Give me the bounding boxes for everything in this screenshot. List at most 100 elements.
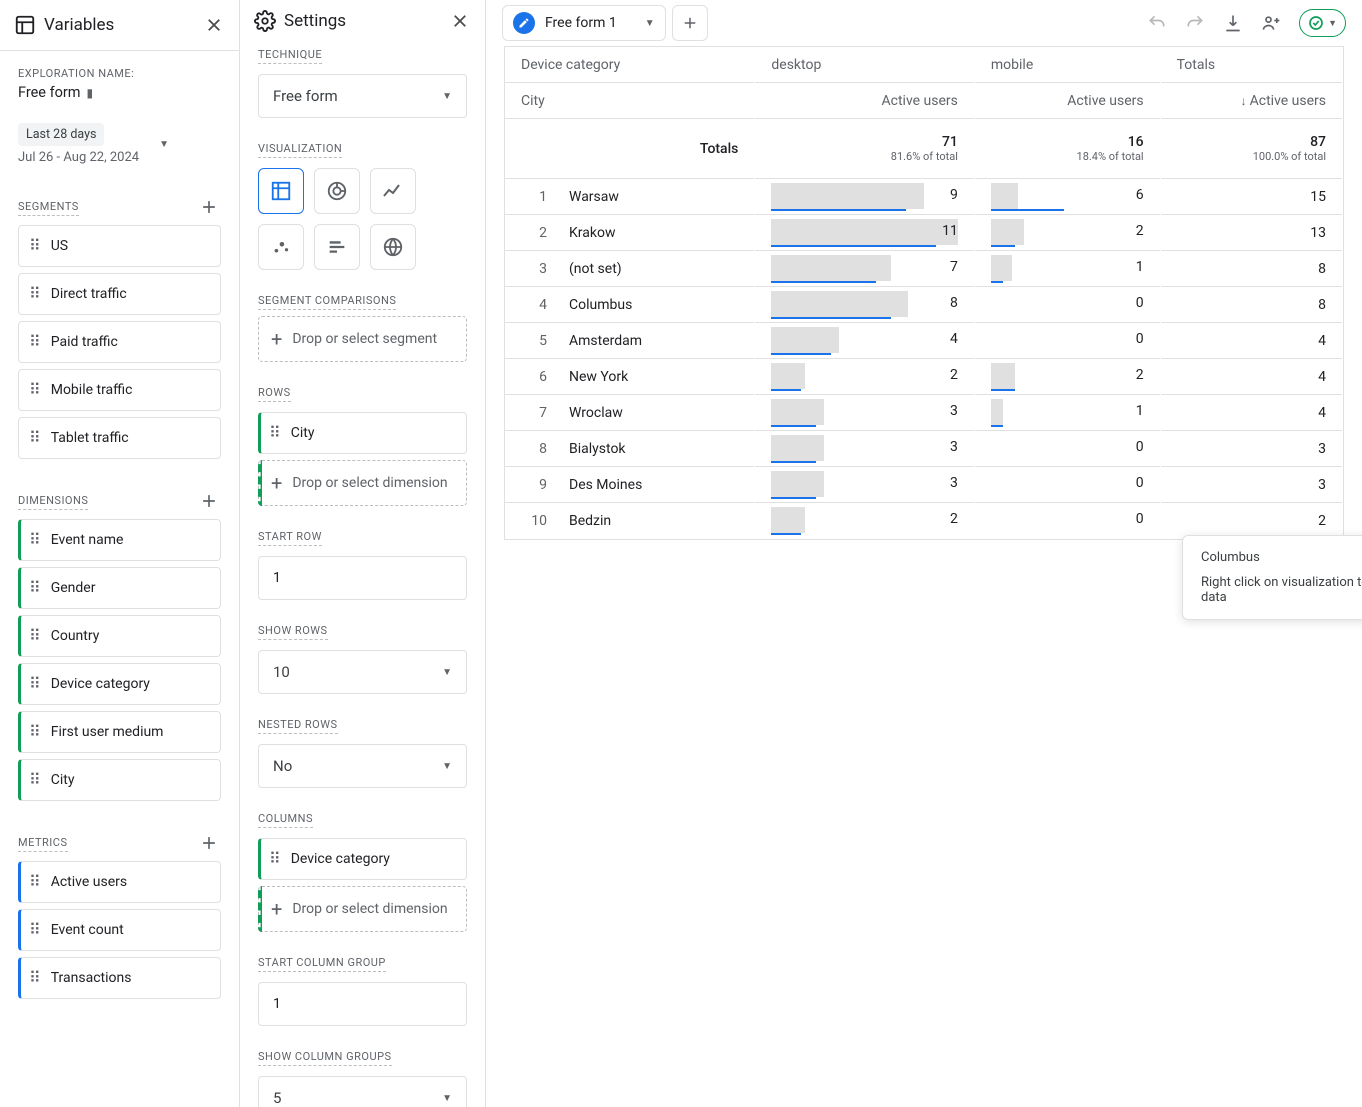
start-row-input[interactable]: 1: [258, 556, 467, 600]
city-cell: Columbus: [559, 297, 754, 313]
city-cell: Des Moines: [559, 477, 754, 493]
desktop-cell: 3: [755, 467, 975, 503]
table-row[interactable]: 2Krakow11213: [505, 215, 1343, 251]
download-button[interactable]: [1219, 9, 1247, 37]
undo-button[interactable]: [1143, 9, 1171, 37]
chip-first-user-medium[interactable]: ⠿First user medium: [18, 711, 221, 753]
show-rows-select[interactable]: 10▼: [258, 650, 467, 694]
drag-handle-icon: ⠿: [29, 430, 41, 446]
segment-dropzone[interactable]: + Drop or select segment: [258, 316, 467, 362]
start-col-input[interactable]: 1: [258, 982, 467, 1026]
rows-dropzone[interactable]: + Drop or select dimension: [258, 460, 467, 506]
active-tab[interactable]: Free form 1 ▼: [502, 5, 666, 41]
drag-handle-icon: ⠿: [29, 922, 41, 938]
close-settings-button[interactable]: [449, 10, 471, 32]
drag-handle-icon: ⠿: [29, 238, 41, 254]
table-row[interactable]: 6New York224: [505, 359, 1343, 395]
tooltip-message: Right click on visualization to interact…: [1201, 575, 1362, 605]
table-row[interactable]: 8Bialystok303: [505, 431, 1343, 467]
add-dimension-button[interactable]: [197, 489, 221, 513]
chip-gender[interactable]: ⠿Gender: [18, 567, 221, 609]
total-cell: 15: [1160, 179, 1342, 215]
start-row-label: START ROW: [258, 528, 322, 546]
header-active-total[interactable]: Active users: [1160, 83, 1342, 119]
visualization-label: VISUALIZATION: [258, 140, 342, 158]
desktop-cell: 2: [755, 503, 975, 539]
chip-transactions[interactable]: ⠿Transactions: [18, 957, 221, 999]
viz-donut-icon[interactable]: [314, 168, 360, 214]
redo-button[interactable]: [1181, 9, 1209, 37]
chip-event-name[interactable]: ⠿Event name: [18, 519, 221, 561]
chip-country[interactable]: ⠿Country: [18, 615, 221, 657]
chip-device-category[interactable]: ⠿Device category: [18, 663, 221, 705]
totals-desktop: 7181.6% of total: [755, 119, 975, 179]
table-row[interactable]: 3(not set)718: [505, 251, 1343, 287]
show-col-label: SHOW COLUMN GROUPS: [258, 1048, 392, 1066]
drag-handle-icon: ⠿: [29, 532, 41, 548]
chevron-down-icon: ▼: [442, 91, 452, 102]
chip-active-users[interactable]: ⠿Active users: [18, 861, 221, 903]
city-cell: Warsaw: [559, 189, 754, 205]
row-chip-city[interactable]: ⠿ City: [258, 412, 467, 454]
drag-handle-icon: ⠿: [29, 874, 41, 890]
exploration-name-value[interactable]: Free form ▮: [18, 84, 221, 101]
add-segment-button[interactable]: [197, 195, 221, 219]
viz-line-icon[interactable]: [370, 168, 416, 214]
status-pill[interactable]: ▼: [1299, 9, 1346, 37]
columns-dropzone[interactable]: + Drop or select dimension: [258, 886, 467, 932]
table-row[interactable]: 4Columbus808: [505, 287, 1343, 323]
header-totals[interactable]: Totals: [1160, 47, 1342, 83]
viz-bar-icon[interactable]: [314, 224, 360, 270]
date-preset[interactable]: Last 28 days: [18, 123, 104, 146]
pencil-icon: [513, 12, 535, 34]
chip-mobile-traffic[interactable]: ⠿Mobile traffic: [18, 369, 221, 411]
mobile-cell: 0: [974, 431, 1160, 467]
close-variables-button[interactable]: [203, 14, 225, 36]
mobile-cell: 1: [974, 395, 1160, 431]
desktop-cell: 8: [755, 287, 975, 323]
technique-select[interactable]: Free form▼: [258, 74, 467, 118]
table-row[interactable]: 10Bedzin202: [505, 503, 1343, 539]
chip-us[interactable]: ⠿US: [18, 225, 221, 267]
header-city[interactable]: City: [505, 83, 755, 119]
variables-icon: [14, 14, 36, 36]
nested-rows-select[interactable]: No▼: [258, 744, 467, 788]
table-row[interactable]: 1Warsaw9615: [505, 179, 1343, 215]
share-button[interactable]: [1257, 9, 1285, 37]
header-active-desktop[interactable]: Active users: [755, 83, 975, 119]
chevron-down-icon: ▼: [442, 1093, 452, 1104]
total-cell: 3: [1160, 431, 1342, 467]
column-chip-device-category[interactable]: ⠿ Device category: [258, 838, 467, 880]
chip-event-count[interactable]: ⠿Event count: [18, 909, 221, 951]
mobile-cell: 0: [974, 323, 1160, 359]
nested-rows-label: NESTED ROWS: [258, 716, 338, 734]
exploration-name-label: EXPLORATION NAME:: [18, 67, 221, 80]
columns-label: COLUMNS: [258, 810, 313, 828]
viz-table-icon[interactable]: [258, 168, 304, 214]
table-row[interactable]: 9Des Moines303: [505, 467, 1343, 503]
header-mobile[interactable]: mobile: [974, 47, 1160, 83]
add-metric-button[interactable]: [197, 831, 221, 855]
desktop-cell: 3: [755, 395, 975, 431]
city-cell: Bialystok: [559, 441, 754, 457]
show-col-select[interactable]: 5▼: [258, 1076, 467, 1107]
table-row[interactable]: 5Amsterdam404: [505, 323, 1343, 359]
chevron-down-icon[interactable]: ▼: [645, 18, 655, 29]
viz-geo-icon[interactable]: [370, 224, 416, 270]
settings-panel-title: Settings: [254, 10, 346, 32]
rows-label: ROWS: [258, 384, 291, 402]
header-desktop[interactable]: desktop: [755, 47, 975, 83]
chip-tablet-traffic[interactable]: ⠿Tablet traffic: [18, 417, 221, 459]
chip-paid-traffic[interactable]: ⠿Paid traffic: [18, 321, 221, 363]
date-range: Jul 26 - Aug 22, 2024: [18, 150, 139, 165]
viz-scatter-icon[interactable]: [258, 224, 304, 270]
date-dropdown-icon[interactable]: ▼: [159, 139, 169, 150]
drag-handle-icon: ⠿: [29, 334, 41, 350]
chip-city[interactable]: ⠿City: [18, 759, 221, 801]
gear-icon: [254, 10, 276, 32]
chip-direct-traffic[interactable]: ⠿Direct traffic: [18, 273, 221, 315]
add-tab-button[interactable]: [672, 5, 708, 41]
totals-mobile: 1618.4% of total: [974, 119, 1160, 179]
header-active-mobile[interactable]: Active users: [974, 83, 1160, 119]
table-row[interactable]: 7Wroclaw314: [505, 395, 1343, 431]
